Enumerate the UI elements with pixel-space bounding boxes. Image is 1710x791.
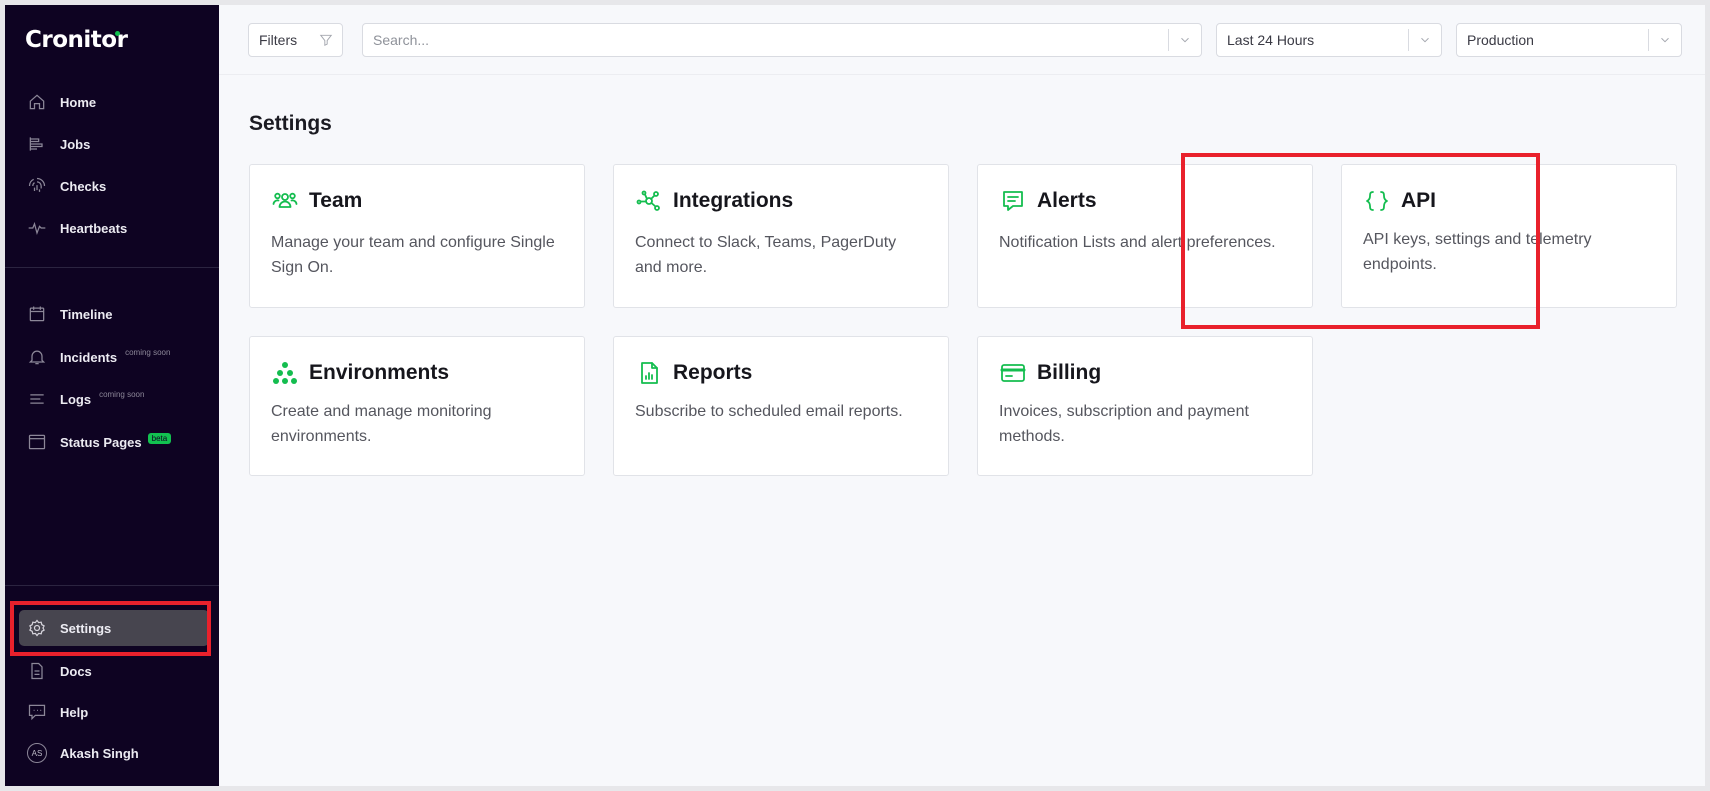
sidebar-item-label: Jobs: [60, 136, 91, 152]
chevron-down-icon[interactable]: [1409, 33, 1441, 47]
sidebar-item-profile[interactable]: AS Akash Singh: [19, 735, 209, 771]
filters-button[interactable]: Filters: [248, 23, 343, 57]
sidebar-item-timeline[interactable]: Timeline: [19, 296, 209, 332]
sidebar-item-label: Incidents: [60, 349, 118, 365]
settings-card-billing[interactable]: Billing Invoices, subscription and payme…: [977, 336, 1313, 476]
pulse-icon: [25, 216, 49, 240]
environment-select[interactable]: Production: [1456, 23, 1682, 57]
settings-card-integrations[interactable]: Integrations Connect to Slack, Teams, Pa…: [613, 164, 949, 308]
top-toolbar: Filters Last 24 Hours Production: [219, 5, 1705, 75]
sidebar-item-help[interactable]: Help: [19, 694, 209, 730]
sidebar-item-label: Status Pages: [60, 434, 142, 450]
sidebar-item-label: Timeline: [60, 306, 113, 322]
card-description: Connect to Slack, Teams, PagerDuty and m…: [635, 234, 897, 276]
bell-icon: [25, 345, 49, 369]
sidebar-item-jobs[interactable]: Jobs: [19, 126, 209, 162]
sidebar-item-incidents[interactable]: Incidents coming soon: [19, 339, 209, 375]
card-title: Reports: [673, 361, 753, 384]
avatar: AS: [25, 741, 49, 765]
card-title: Alerts: [1037, 189, 1097, 212]
coming-soon-tag: coming soon: [99, 389, 145, 399]
environments-icon: [271, 359, 299, 387]
sidebar-item-checks[interactable]: Checks: [19, 168, 209, 204]
main-content: Filters Last 24 Hours Production Setting…: [219, 5, 1705, 786]
list-icon: [25, 387, 49, 411]
card-title: Team: [309, 189, 363, 212]
calendar-icon: [25, 302, 49, 326]
card-description: Create and manage monitoring environment…: [271, 403, 492, 445]
user-name: Akash Singh: [60, 745, 139, 761]
sidebar-item-docs[interactable]: Docs: [19, 653, 209, 689]
report-icon: [635, 359, 663, 387]
sidebar-item-status-pages[interactable]: Status Pages beta: [19, 424, 209, 460]
fingerprint-icon: [25, 174, 49, 198]
filter-icon: [310, 33, 342, 47]
search-select[interactable]: [362, 23, 1202, 57]
sidebar-divider: [5, 585, 219, 586]
sidebar-item-label: Docs: [60, 663, 92, 679]
sidebar: Cronitor Home Jobs Checks Heartbeats Tim…: [5, 5, 219, 786]
card-title: Environments: [309, 361, 450, 384]
settings-highlight: [10, 601, 211, 656]
chat-icon: [25, 700, 49, 724]
brand-logo[interactable]: Cronitor: [25, 27, 128, 53]
home-icon: [25, 90, 49, 114]
sidebar-item-heartbeats[interactable]: Heartbeats: [19, 210, 209, 246]
sidebar-item-home[interactable]: Home: [19, 84, 209, 120]
environment-value: Production: [1467, 32, 1534, 48]
sidebar-item-label: Home: [60, 94, 97, 110]
coming-soon-tag: coming soon: [125, 347, 171, 357]
settings-card-environments[interactable]: Environments Create and manage monitorin…: [249, 336, 585, 476]
chevron-down-icon[interactable]: [1169, 33, 1201, 47]
integrations-icon: [635, 187, 663, 215]
settings-card-team[interactable]: Team Manage your team and configure Sing…: [249, 164, 585, 308]
page-title: Settings: [249, 112, 332, 135]
card-title: Integrations: [673, 189, 794, 212]
alert-message-icon: [999, 187, 1027, 215]
sidebar-item-label: Help: [60, 704, 89, 720]
sidebar-item-label: Heartbeats: [60, 220, 128, 236]
search-input[interactable]: [363, 32, 1168, 48]
alerts-highlight: [1181, 153, 1540, 329]
card-description: Subscribe to scheduled email reports.: [635, 403, 903, 420]
card-description: Manage your team and configure Single Si…: [271, 234, 555, 276]
time-range-select[interactable]: Last 24 Hours: [1216, 23, 1442, 57]
credit-card-icon: [999, 359, 1027, 387]
filters-label: Filters: [259, 32, 298, 48]
settings-card-reports[interactable]: Reports Subscribe to scheduled email rep…: [613, 336, 949, 476]
window-icon: [25, 430, 49, 454]
sidebar-item-label: Logs: [60, 391, 92, 407]
sidebar-divider: [5, 267, 219, 268]
sidebar-item-label: Checks: [60, 178, 107, 194]
beta-badge: beta: [147, 432, 172, 444]
time-range-value: Last 24 Hours: [1227, 32, 1315, 48]
team-icon: [271, 187, 299, 215]
jobs-icon: [25, 132, 49, 156]
chevron-down-icon[interactable]: [1649, 33, 1681, 47]
sidebar-item-logs[interactable]: Logs coming soon: [19, 381, 209, 417]
card-description: Invoices, subscription and payment metho…: [999, 403, 1249, 445]
app-window: Cronitor Home Jobs Checks Heartbeats Tim…: [5, 5, 1705, 786]
document-icon: [25, 659, 49, 683]
card-title: Billing: [1037, 361, 1102, 384]
